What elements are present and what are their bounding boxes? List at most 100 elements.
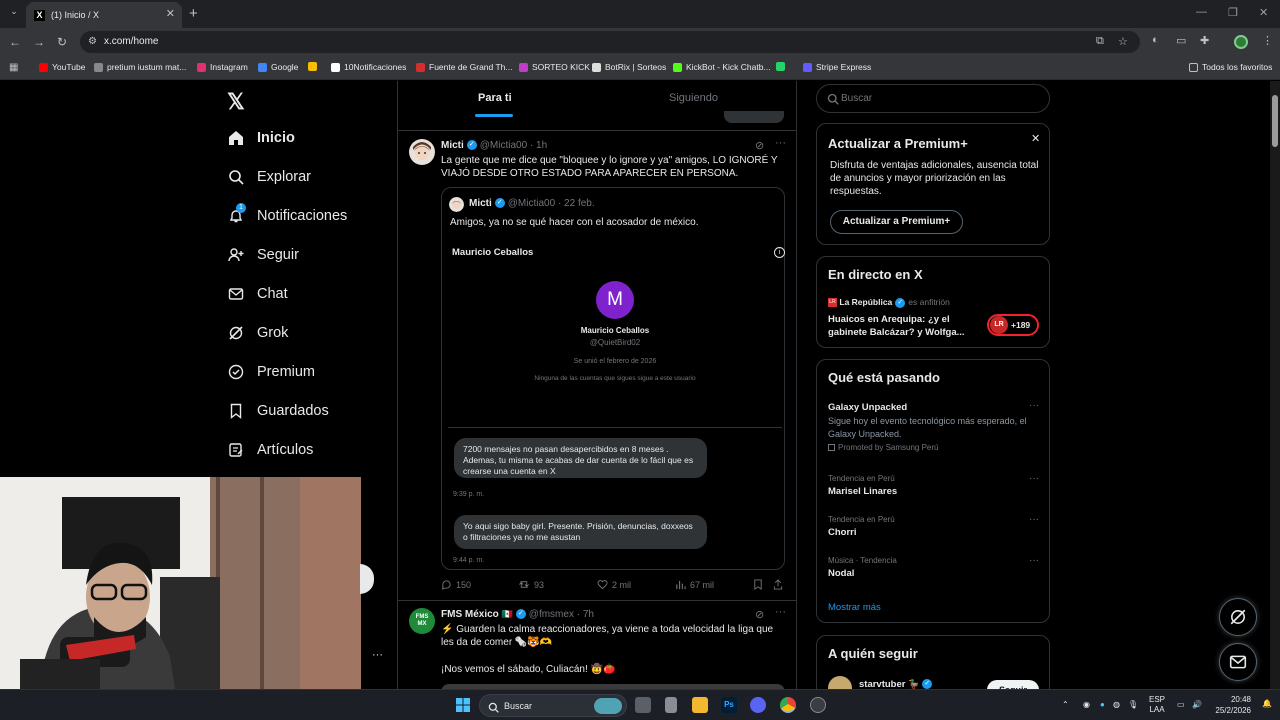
bookmark-item[interactable]: Stripe Express xyxy=(803,62,871,72)
nav-notifications[interactable]: 1 Notificaciones xyxy=(228,203,347,224)
live-listeners[interactable]: LR +189 xyxy=(987,314,1039,336)
minimize-icon[interactable]: — xyxy=(1196,6,1207,18)
site-info-icon[interactable]: ⚙ xyxy=(88,36,97,47)
nav-premium[interactable]: Premium xyxy=(228,364,315,380)
live-host[interactable]: LR La República ✓ es anfitrión xyxy=(828,297,950,308)
quoted-tweet[interactable]: Micti ✓ @Mictia00 · 22 feb. Amigos, ya no … xyxy=(441,187,785,570)
nav-chat[interactable]: Chat xyxy=(228,286,288,302)
close-icon[interactable]: ✕ xyxy=(1031,132,1040,145)
photoshop-icon[interactable]: Ps xyxy=(721,697,737,713)
more-icon[interactable]: ··· xyxy=(1029,400,1039,411)
bookmark-item[interactable]: Google xyxy=(258,62,298,72)
new-tab-icon[interactable]: + xyxy=(189,5,198,22)
views-button[interactable]: 67 mil xyxy=(675,579,714,590)
more-icon[interactable]: ··· xyxy=(1029,514,1039,525)
grok-fab[interactable] xyxy=(1219,598,1257,636)
trend-item[interactable]: Tendencia en Perú Chorri xyxy=(828,515,1038,538)
nav-bookmarks[interactable]: Guardados xyxy=(228,403,329,419)
tab-search-icon[interactable]: ⌄ xyxy=(7,6,21,20)
live-headline[interactable]: Huaicos en Arequipa: ¿y el gabinete Balc… xyxy=(828,313,980,339)
forward-icon[interactable]: → xyxy=(33,35,45,49)
notification-bell-icon[interactable]: 🔔 xyxy=(1262,699,1272,708)
all-bookmarks[interactable]: Todos los favoritos xyxy=(1189,62,1272,72)
tray-app-icon-3[interactable]: ◍ xyxy=(1113,700,1120,709)
bookmark-item[interactable]: Fuente de Grand Th... xyxy=(416,62,512,72)
grok-explain-icon[interactable]: ⊘ xyxy=(755,608,764,621)
more-icon[interactable]: ··· xyxy=(775,606,786,618)
bookmark-item[interactable]: BotRix | Sorteos xyxy=(592,62,666,72)
taskbar-search[interactable]: Buscar xyxy=(479,694,627,717)
scrollbar-thumb[interactable] xyxy=(1272,95,1278,147)
tray-app-icon[interactable]: ◉ xyxy=(1083,700,1090,709)
x-logo-icon[interactable]: 𝕏 xyxy=(227,89,245,115)
network-icon[interactable]: ▭ xyxy=(1177,700,1185,709)
tweet[interactable]: Micti ✓ @Mictia00 · 1h ⊘ ··· La gente que … xyxy=(398,131,796,601)
follow-button[interactable]: Seguir xyxy=(987,680,1039,689)
nav-follow[interactable]: Seguir xyxy=(228,247,299,263)
chrome-icon[interactable] xyxy=(780,697,796,713)
bookmark-star-icon[interactable]: ☆ xyxy=(1118,35,1128,48)
search-box[interactable]: Buscar xyxy=(816,84,1050,113)
reload-icon[interactable]: ↻ xyxy=(57,35,67,49)
nav-explore[interactable]: Explorar xyxy=(228,169,311,185)
address-bar[interactable]: ⚙ x.com/home ⧉ ☆ xyxy=(80,31,1140,53)
tray-chevron-icon[interactable]: ⌃ xyxy=(1062,700,1069,709)
bookmark-item[interactable] xyxy=(776,62,789,71)
bookmark-item[interactable]: YouTube xyxy=(39,62,85,72)
menu-kebab-icon[interactable]: ⋮ xyxy=(1262,34,1273,47)
reply-button[interactable]: 150 xyxy=(441,579,471,590)
share-button[interactable] xyxy=(773,579,787,590)
tray-app-icon-2[interactable]: ● xyxy=(1100,700,1105,709)
grok-explain-icon[interactable]: ⊘ xyxy=(755,139,764,152)
more-icon[interactable]: ··· xyxy=(1029,473,1039,484)
extensions-puzzle-icon[interactable]: ✚ xyxy=(1200,34,1209,47)
profile-avatar[interactable] xyxy=(1234,35,1248,49)
trend-item[interactable]: Tendencia en Perú Marisel Linares xyxy=(828,474,1038,497)
browser-tab[interactable]: X (1) Inicio / X ✕ xyxy=(26,2,182,28)
avatar[interactable] xyxy=(828,676,852,689)
retweet-button[interactable]: 93 xyxy=(518,579,544,590)
back-icon[interactable]: ← xyxy=(9,35,21,49)
maximize-icon[interactable]: ❐ xyxy=(1228,6,1238,19)
bookmark-button[interactable] xyxy=(753,579,767,590)
discord-icon[interactable] xyxy=(750,697,766,713)
premium-button[interactable]: Actualizar a Premium+ xyxy=(830,210,963,234)
trend-item[interactable]: Música · Tendencia Nodal xyxy=(828,556,1038,579)
extension-icon-2[interactable]: ▭ xyxy=(1176,34,1186,47)
language-indicator[interactable]: ESP LAA xyxy=(1149,695,1165,715)
tweet-handle[interactable]: @Mictia00 xyxy=(480,140,527,151)
task-view-icon[interactable] xyxy=(635,697,651,713)
avatar[interactable] xyxy=(409,139,435,165)
bookmark-item[interactable]: KickBot - Kick Chatb... xyxy=(673,62,771,72)
messages-fab[interactable] xyxy=(1219,643,1257,681)
tweet-handle[interactable]: @fmsmex xyxy=(529,609,574,620)
account-more-icon[interactable]: ··· xyxy=(372,649,383,661)
close-tab-icon[interactable]: ✕ xyxy=(166,7,175,20)
apps-grid-icon[interactable]: ▦ xyxy=(9,62,18,73)
bookmark-item[interactable]: 10Notificaciones xyxy=(331,62,406,72)
tweet-author[interactable]: Micti xyxy=(441,140,464,151)
file-explorer-icon[interactable] xyxy=(692,697,708,713)
tweet-author[interactable]: FMS México xyxy=(441,609,499,620)
extension-icon[interactable]: ◐ xyxy=(1152,34,1159,46)
volume-icon[interactable]: 🔊 xyxy=(1192,700,1202,709)
show-more-link[interactable]: Mostrar más xyxy=(828,602,881,613)
app-icon-2[interactable] xyxy=(810,697,826,713)
bookmark-item[interactable]: SORTEO KICK xyxy=(519,62,590,72)
nav-articles[interactable]: Artículos xyxy=(228,442,313,458)
bookmark-item[interactable]: pretium iustum mat... xyxy=(94,62,186,72)
follow-user[interactable]: starvtuber 🦆 ✓ xyxy=(859,679,935,689)
tab-for-you[interactable]: Para ti xyxy=(478,92,512,104)
tweet-time[interactable]: · 1h xyxy=(530,140,547,151)
bookmark-item[interactable] xyxy=(308,62,321,71)
more-icon[interactable]: ··· xyxy=(1029,555,1039,566)
nav-home[interactable]: Inicio xyxy=(228,130,295,146)
tweet[interactable]: FMS MX FMS México 🇲🇽 ✓ @fmsmex · 7h ⊘ ··· ⚡… xyxy=(398,602,796,689)
install-icon[interactable]: ⧉ xyxy=(1096,35,1104,48)
app-icon[interactable] xyxy=(665,697,677,713)
new-posts-pill[interactable] xyxy=(724,111,784,123)
trend-item[interactable]: Galaxy Unpacked Sigue hoy el evento tecn… xyxy=(828,402,1038,452)
avatar[interactable]: FMS MX xyxy=(409,608,435,634)
microphone-icon[interactable]: 🎙 xyxy=(1128,700,1138,709)
scrollbar[interactable] xyxy=(1270,81,1280,689)
